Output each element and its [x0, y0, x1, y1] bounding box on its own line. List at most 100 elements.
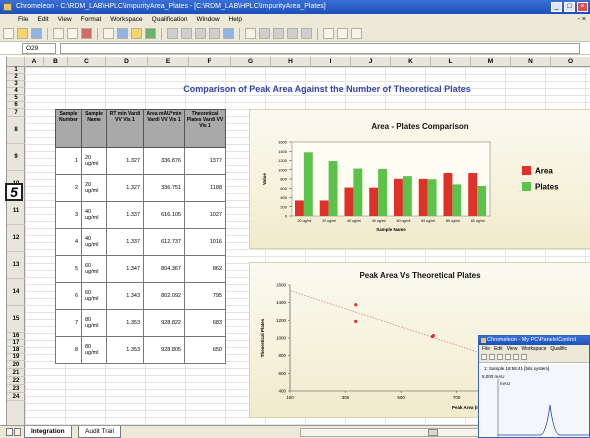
row-header[interactable]: 8	[7, 117, 25, 144]
cell-sample-name[interactable]: 60 ug/ml	[81, 255, 107, 283]
open-folder-icon[interactable]	[17, 28, 28, 39]
column-header[interactable]: A	[25, 57, 44, 67]
overlay-new-icon[interactable]	[481, 354, 487, 360]
menu-file[interactable]: File	[18, 14, 28, 26]
select-all-corner[interactable]	[7, 57, 25, 67]
paste-icon[interactable]	[131, 28, 142, 39]
chart-icon[interactable]	[145, 28, 156, 39]
column-header[interactable]: C	[68, 57, 106, 67]
save-icon[interactable]	[31, 28, 42, 39]
row-header[interactable]: 6	[7, 102, 25, 109]
row-header[interactable]: 16	[7, 333, 25, 340]
menu-qualification[interactable]: Qualification	[152, 14, 188, 26]
overlay-print-icon[interactable]	[505, 354, 511, 360]
column-header[interactable]: I	[311, 57, 351, 67]
overlay-menu-edit[interactable]: Edit	[494, 345, 503, 353]
overlay-menu-file[interactable]: File	[482, 345, 490, 353]
maximize-button[interactable]: □	[564, 2, 575, 12]
cell-sample-number[interactable]: 3	[55, 201, 82, 229]
row-header[interactable]: 4	[7, 88, 25, 95]
menu-window[interactable]: Window	[196, 14, 219, 26]
formula-input[interactable]	[60, 43, 580, 54]
format-icon[interactable]	[167, 28, 178, 39]
row-header[interactable]: 23	[7, 385, 25, 393]
column-header[interactable]: K	[391, 57, 431, 67]
cell-sample-name[interactable]: 60 ug/ml	[81, 282, 107, 310]
overlay-menu-qualification[interactable]: Qualific	[550, 345, 567, 353]
overlay-chromatogram[interactable]: 1: Sample 18:58:41 [bits system] 8,000 m…	[480, 365, 589, 437]
close-button[interactable]: ×	[577, 2, 588, 12]
cell-rt[interactable]: 1.327	[106, 174, 144, 202]
cell-plates[interactable]: 1027	[184, 201, 226, 229]
row-header[interactable]: 22	[7, 377, 25, 385]
tab-integration[interactable]: Integration	[24, 426, 72, 438]
row-header[interactable]: 15	[7, 306, 25, 333]
cell-area[interactable]: 616.105	[143, 201, 185, 229]
align-center-icon[interactable]	[195, 28, 206, 39]
cell-rt[interactable]: 1.337	[106, 201, 144, 229]
align-right-icon[interactable]	[209, 28, 220, 39]
menu-format[interactable]: Format	[81, 14, 102, 26]
menu-view[interactable]: View	[58, 14, 72, 26]
cell-plates[interactable]: 795	[184, 282, 226, 310]
column-header[interactable]: E	[148, 57, 189, 67]
align-left-icon[interactable]	[181, 28, 192, 39]
row-header[interactable]: 20	[7, 361, 25, 369]
column-header[interactable]: M	[471, 57, 511, 67]
row-header[interactable]: 7	[7, 109, 25, 117]
sort-icon[interactable]	[323, 28, 334, 39]
cell-sample-number[interactable]: 5	[55, 255, 82, 283]
row-header[interactable]: 5	[7, 95, 25, 102]
zoom-icon[interactable]	[351, 28, 362, 39]
menu-help[interactable]: Help	[229, 14, 242, 26]
tab-nav-prev-button[interactable]	[14, 428, 21, 436]
font-color-icon[interactable]	[273, 28, 284, 39]
filter-icon[interactable]	[337, 28, 348, 39]
minimize-button[interactable]: _	[551, 2, 562, 12]
sum-icon[interactable]	[301, 28, 312, 39]
new-icon[interactable]	[3, 28, 14, 39]
cell-rt[interactable]: 1.347	[106, 255, 144, 283]
print-icon[interactable]	[81, 28, 92, 39]
cell-area[interactable]: 336.876	[143, 147, 185, 175]
cell-rt[interactable]: 1.353	[106, 336, 144, 364]
cell-area[interactable]: 336.751	[143, 174, 185, 202]
row-header[interactable]: 21	[7, 369, 25, 377]
cell-sample-name[interactable]: 40 ug/ml	[81, 201, 107, 229]
grid-icon[interactable]	[223, 28, 234, 39]
row-header[interactable]: 14	[7, 279, 25, 306]
overlay-window[interactable]: Chromeleon - My PC\Panels\Control File E…	[478, 335, 590, 438]
cell-sample-name[interactable]: 20 ug/ml	[81, 174, 107, 202]
scrollbar-thumb[interactable]	[428, 429, 438, 436]
fill-icon[interactable]	[259, 28, 270, 39]
cell-sample-name[interactable]: 80 ug/ml	[81, 309, 107, 337]
bar-chart-panel[interactable]: Area - Plates Comparison 0 200 400 600 800 10…	[249, 109, 590, 249]
overlay-menu-workspace[interactable]: Workspace	[521, 345, 546, 353]
cell-sample-name[interactable]: 40 ug/ml	[81, 228, 107, 256]
menu-workspace[interactable]: Workspace	[110, 14, 142, 26]
tab-nav-first-button[interactable]	[6, 428, 13, 436]
overlay-cut-icon[interactable]	[513, 354, 519, 360]
undo-icon[interactable]	[53, 28, 64, 39]
row-header[interactable]: 3	[7, 81, 25, 88]
cell-sample-name[interactable]: 20 ug/ml	[81, 147, 107, 175]
cell-area[interactable]: 928.805	[143, 336, 185, 364]
overlay-copy-icon[interactable]	[521, 354, 527, 360]
column-header[interactable]: B	[44, 57, 68, 67]
header-plates[interactable]: Theoretical Plates Vardi VV Vis 1	[184, 109, 226, 148]
mdi-controls[interactable]: - ×	[578, 14, 586, 26]
row-header[interactable]: 11	[7, 198, 25, 225]
redo-icon[interactable]	[67, 28, 78, 39]
cell-rt[interactable]: 1.353	[106, 309, 144, 337]
cell-sample-number[interactable]: 6	[55, 282, 82, 310]
column-header[interactable]: J	[351, 57, 391, 67]
cell-rt[interactable]: 1.343	[106, 282, 144, 310]
row-header[interactable]: 1	[7, 67, 25, 74]
menu-edit[interactable]: Edit	[37, 14, 48, 26]
row-header[interactable]: 18	[7, 347, 25, 354]
cell-sample-number[interactable]: 8	[55, 336, 82, 364]
header-sample-name[interactable]: Sample Name	[81, 109, 107, 148]
row-header[interactable]: 9	[7, 144, 25, 171]
border-icon[interactable]	[245, 28, 256, 39]
column-header[interactable]: H	[271, 57, 311, 67]
